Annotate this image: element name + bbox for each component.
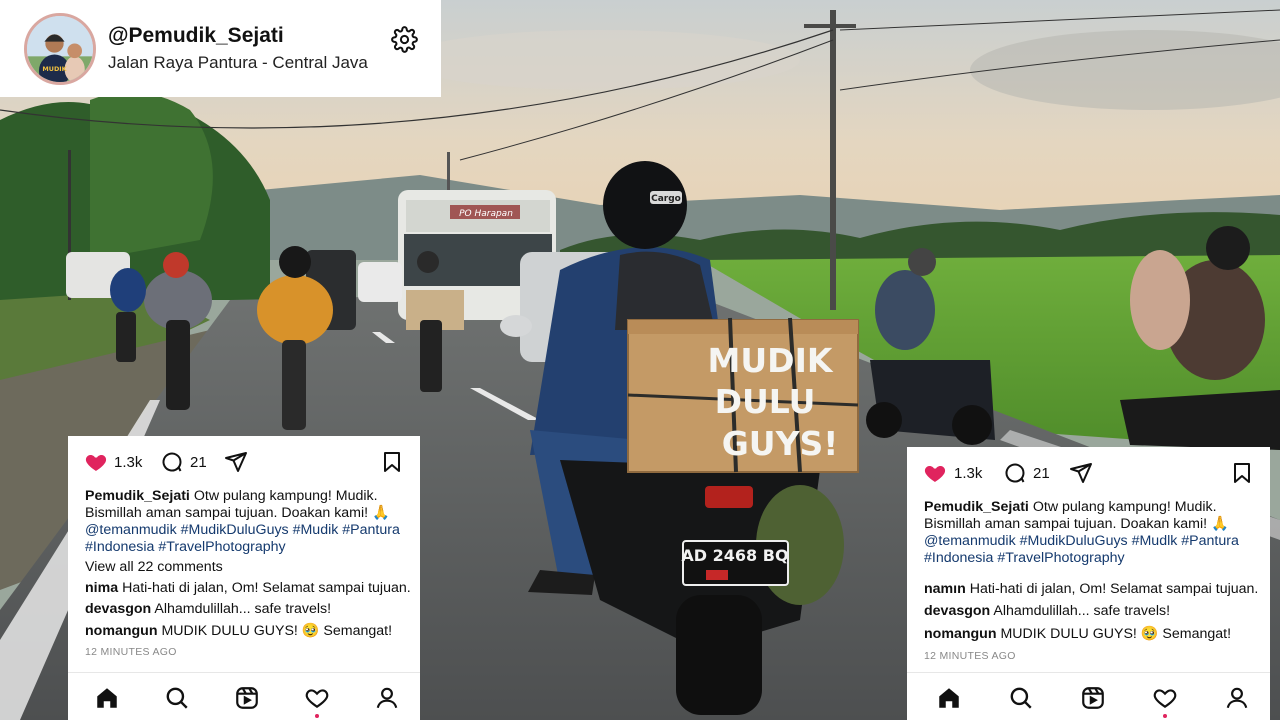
home-icon[interactable] [936, 685, 962, 711]
comment-bubble-icon[interactable] [1003, 461, 1027, 485]
notification-dot [1163, 714, 1167, 718]
home-icon[interactable] [94, 685, 120, 711]
license-plate: AD 2468 BQ [681, 546, 788, 565]
post-caption: Pemudik_Sejati Otw pulang kampung! Mudik… [85, 488, 407, 556]
view-all-comments-link[interactable]: View all 22 comments [85, 559, 223, 576]
comment-user[interactable]: namın [924, 581, 966, 597]
comment-bubble-icon[interactable] [160, 450, 184, 474]
comment-row: nomangun MUDIK DULU GUYS! 🥹 Semangat! [85, 623, 392, 640]
comment-row: devasgon Alhamdulillah... safe travels! [924, 603, 1170, 620]
reels-icon[interactable] [1080, 685, 1106, 711]
share-send-icon[interactable] [1069, 461, 1093, 485]
profile-username[interactable]: @Pemudik_Sejati [108, 23, 368, 49]
share-send-icon[interactable] [224, 450, 248, 474]
search-icon[interactable] [1008, 685, 1034, 711]
comment-text: Alhamdulillah... safe travels! [154, 601, 332, 617]
caption-hashtags[interactable]: @temanmudik #MudikDuluGuys #Mudik #Pantu… [85, 522, 400, 555]
comment-text: Alhamdulillah... safe travels! [993, 603, 1171, 619]
comment-user[interactable]: nima [85, 580, 118, 596]
box-sign-line-3: GUYS! [722, 424, 839, 463]
bus-banner: PO Harapan [459, 209, 513, 219]
helmet-brand: Cargo [651, 194, 681, 204]
comment-text: MUDIK DULU GUYS! 🥹 Semangat! [1000, 626, 1232, 642]
post-actions: 1.3k 21 [923, 461, 1254, 487]
comment-row: namın Hati-hati di jalan, Om! Selamat sa… [924, 581, 1258, 598]
activity-heart-icon[interactable] [304, 685, 330, 711]
box-sign-line-1: MUDIK [708, 341, 834, 380]
caption-username[interactable]: Pemudik_Sejati [85, 488, 190, 504]
post-card-right: 1.3k 21 Pemudik_Sejati Otw pulang kampun… [907, 447, 1270, 720]
activity-heart-icon[interactable] [1152, 685, 1178, 711]
bottom-nav-bar [68, 672, 420, 720]
comment-text: MUDIK DULU GUYS! 🥹 Semangat! [161, 623, 393, 639]
post-timestamp: 12 MINUTES AGO [924, 650, 1016, 662]
profile-header: MUDIK @Pemudik_Sejati Jalan Raya Pantura… [0, 0, 441, 97]
comment-user[interactable]: devasgon [85, 601, 151, 617]
like-count: 1.3k [954, 465, 983, 482]
post-actions: 1.3k 21 [84, 450, 404, 476]
comment-user[interactable]: devasgon [924, 603, 990, 619]
post-caption: Pemudik_Sejati Otw pulang kampung! Mudik… [924, 499, 1256, 567]
like-heart-icon[interactable] [923, 461, 947, 485]
reels-icon[interactable] [234, 685, 260, 711]
search-icon[interactable] [164, 685, 190, 711]
like-count: 1.3k [114, 454, 143, 471]
like-heart-icon[interactable] [84, 450, 108, 474]
post-card-left: 1.3k 21 Pemudik_Sejati Otw pulang kampun… [68, 436, 420, 720]
comment-count: 21 [190, 454, 207, 471]
comment-row: nomangun MUDIK DULU GUYS! 🥹 Semangat! [924, 626, 1231, 643]
settings-gear-icon[interactable] [391, 26, 418, 53]
profile-icon[interactable] [1224, 685, 1250, 711]
comment-user[interactable]: nomangun [85, 623, 158, 639]
save-bookmark-icon[interactable] [1230, 461, 1254, 485]
comment-row: nima Hati-hati di jalan, Om! Selamat sam… [85, 580, 411, 597]
bottom-nav-bar [907, 672, 1270, 720]
comment-text: Hati-hati di jalan, Om! Selamat sampai t… [122, 580, 411, 596]
avatar[interactable]: MUDIK [24, 12, 96, 85]
save-bookmark-icon[interactable] [380, 450, 404, 474]
profile-location[interactable]: Jalan Raya Pantura - Central Java [108, 52, 368, 74]
caption-username[interactable]: Pemudik_Sejati [924, 499, 1029, 515]
comment-text: Hati-hati di jalan, Om! Selamat sampai t… [969, 581, 1259, 597]
post-timestamp: 12 MINUTES AGO [85, 646, 177, 658]
comment-row: devasgon Alhamdulillah... safe travels! [85, 601, 331, 618]
caption-hashtags[interactable]: @temanmudik #MudikDuluGuys #Mudlk #Pantu… [924, 533, 1239, 566]
comment-count: 21 [1033, 465, 1050, 482]
comment-user[interactable]: nomangun [924, 626, 997, 642]
notification-dot [315, 714, 319, 718]
profile-icon[interactable] [374, 685, 400, 711]
svg-text:MUDIK: MUDIK [42, 65, 67, 73]
box-sign-line-2: DULU [715, 382, 816, 421]
